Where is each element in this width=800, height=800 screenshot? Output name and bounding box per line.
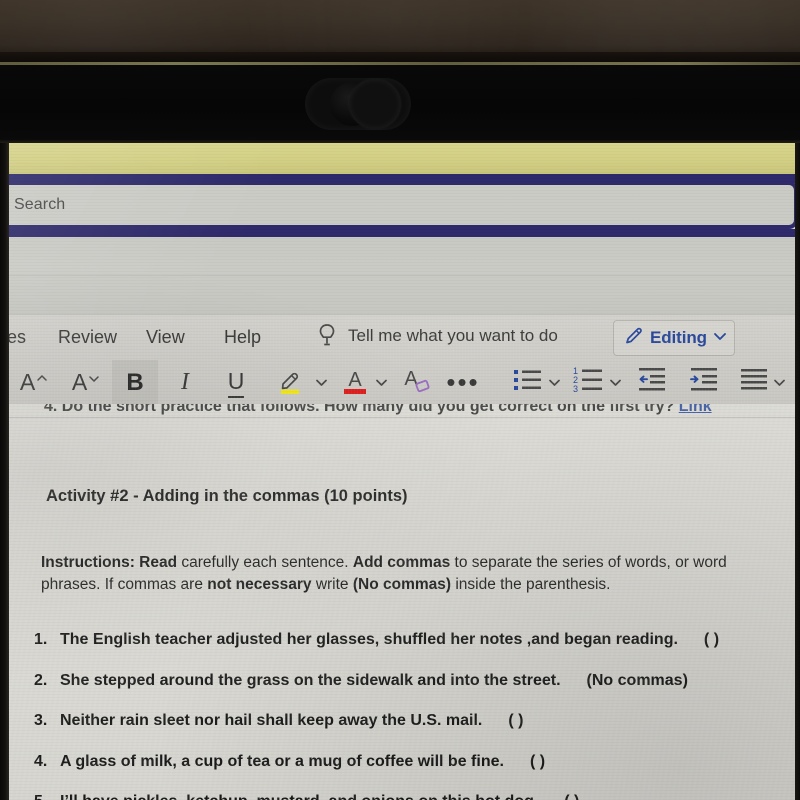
underline-label: U	[227, 368, 245, 398]
search-placeholder: Search	[14, 196, 66, 213]
underline-button[interactable]: U	[214, 360, 258, 405]
question-answer[interactable]: ( )	[704, 631, 719, 649]
screen: Search ces Review View Help Tell me what…	[0, 143, 800, 800]
photo-edge-right	[795, 143, 800, 800]
question-number: 5.	[34, 793, 60, 800]
decrease-indent-icon	[634, 365, 668, 400]
question-text: She stepped around the grass on the side…	[60, 671, 561, 689]
tab-view[interactable]: View	[146, 327, 185, 348]
instructions-part2: carefully each sentence.	[177, 554, 353, 571]
caret-up-icon	[37, 374, 47, 381]
background-wall	[0, 0, 800, 56]
instructions-part8: inside the parenthesis.	[451, 576, 611, 593]
tab-help[interactable]: Help	[224, 327, 261, 348]
more-formatting-button[interactable]: •••	[440, 360, 486, 405]
numbering-button[interactable]: 1 2 3	[568, 360, 610, 405]
editing-button[interactable]: Editing	[613, 320, 735, 356]
chevron-down-icon	[712, 328, 728, 349]
caret-down-icon	[89, 375, 99, 382]
list-item: 5. I’ll have pickles, ketchup, mustard ,…	[34, 793, 794, 800]
grow-font-label: A	[19, 369, 36, 395]
instructions-not-necessary: not necessary	[207, 576, 312, 593]
instructions-add-commas: Add commas	[352, 554, 451, 571]
svg-text:A: A	[348, 369, 362, 391]
instructions-paragraph: Instructions: Read carefully each senten…	[41, 552, 771, 596]
eraser-icon: A	[398, 363, 432, 402]
question-answer[interactable]: ( )	[508, 712, 523, 730]
highlight-chevron-down-icon[interactable]	[312, 360, 330, 405]
highlight-button[interactable]	[270, 360, 316, 405]
list-item: 1. The English teacher adjusted her glas…	[34, 631, 794, 649]
browser-top-band	[0, 143, 800, 174]
tab-review[interactable]: Review	[58, 327, 117, 348]
decrease-indent-button[interactable]	[630, 360, 672, 405]
numbered-list-icon: 1 2 3	[573, 365, 605, 400]
document-canvas[interactable]: 4. Do the short practice that follows. H…	[0, 404, 800, 800]
page-title: Activity #2 - Adding in the commas (10 p…	[46, 487, 408, 505]
ribbon-tabs: ces Review View Help Tell me what you wa…	[0, 315, 800, 360]
bold-label: B	[126, 368, 144, 396]
clipped-line-link[interactable]: Link	[679, 404, 712, 415]
shrink-font-button[interactable]: A	[64, 360, 108, 405]
align-chevron-down-icon[interactable]	[770, 360, 788, 405]
grow-font-button[interactable]: A	[12, 360, 56, 405]
question-number: 3.	[34, 712, 48, 729]
shrink-font-label: A	[71, 369, 88, 395]
question-answer[interactable]: ( )	[564, 793, 579, 800]
font-color-chevron-down-icon[interactable]	[372, 360, 390, 405]
bulleted-list-icon	[512, 365, 544, 400]
tell-me-label: Tell me what you want to do	[348, 326, 558, 345]
question-text: Neither rain sleet nor hail shall keep a…	[60, 712, 483, 729]
browser-chrome-gap	[0, 237, 800, 314]
word-ribbon: ces Review View Help Tell me what you wa…	[0, 314, 800, 448]
bullets-button[interactable]	[507, 360, 549, 405]
tell-me-box[interactable]: Tell me what you want to do	[318, 323, 558, 349]
question-number: 1.	[34, 631, 48, 648]
list-item: 4. A glass of milk, a cup of tea or a mu…	[34, 753, 794, 771]
question-answer[interactable]: ( )	[530, 753, 545, 771]
svg-text:3: 3	[573, 384, 578, 394]
instructions-no-commas: (No commas)	[352, 576, 452, 593]
question-number: 4.	[34, 752, 48, 770]
question-text: A glass of milk, a cup of tea or a mug o…	[60, 752, 504, 770]
more-formatting-label: •••	[446, 367, 480, 397]
bold-button[interactable]: B	[112, 360, 158, 405]
bullets-chevron-down-icon[interactable]	[545, 360, 563, 405]
document-divider	[0, 417, 800, 418]
italic-label: I	[181, 369, 189, 395]
privacy-shutter-icon	[349, 79, 401, 129]
browser-accent-band-bottom	[0, 229, 800, 237]
increase-indent-button[interactable]	[682, 360, 724, 405]
align-left-icon	[739, 365, 771, 400]
formatting-toolbar: A A B I U A A ••• 1 2 3	[0, 360, 800, 448]
instructions-label: Instructions:	[41, 554, 135, 571]
clear-formatting-button[interactable]: A	[392, 360, 438, 405]
editing-label: Editing	[650, 328, 707, 347]
question-text: The English teacher adjusted her glasses…	[60, 631, 678, 648]
clipped-previous-line: 4. Do the short practice that follows. H…	[44, 404, 712, 416]
question-list: 1. The English teacher adjusted her glas…	[34, 631, 794, 800]
numbering-chevron-down-icon[interactable]	[606, 360, 624, 405]
lightbulb-icon	[318, 323, 336, 349]
question-answer[interactable]: (No commas)	[587, 672, 688, 690]
font-color-icon: A	[338, 363, 372, 402]
pencil-icon	[623, 325, 645, 352]
question-text: I’ll have pickles, ketchup, mustard ,and…	[60, 793, 538, 800]
instructions-read: Read	[134, 554, 178, 571]
clipped-line-text: 4. Do the short practice that follows. H…	[44, 404, 679, 415]
laptop-screen-photo: Search ces Review View Help Tell me what…	[0, 0, 800, 800]
increase-indent-icon	[686, 365, 720, 400]
instructions-part6: write	[311, 576, 353, 593]
highlighter-icon	[276, 363, 310, 402]
question-number: 2.	[34, 671, 48, 689]
list-item: 2. She stepped around the grass on the s…	[34, 672, 794, 690]
italic-button[interactable]: I	[164, 360, 206, 405]
list-item: 3. Neither rain sleet nor hail shall kee…	[34, 712, 794, 730]
photo-edge-left	[0, 143, 9, 800]
search-input[interactable]: Search	[0, 181, 798, 229]
